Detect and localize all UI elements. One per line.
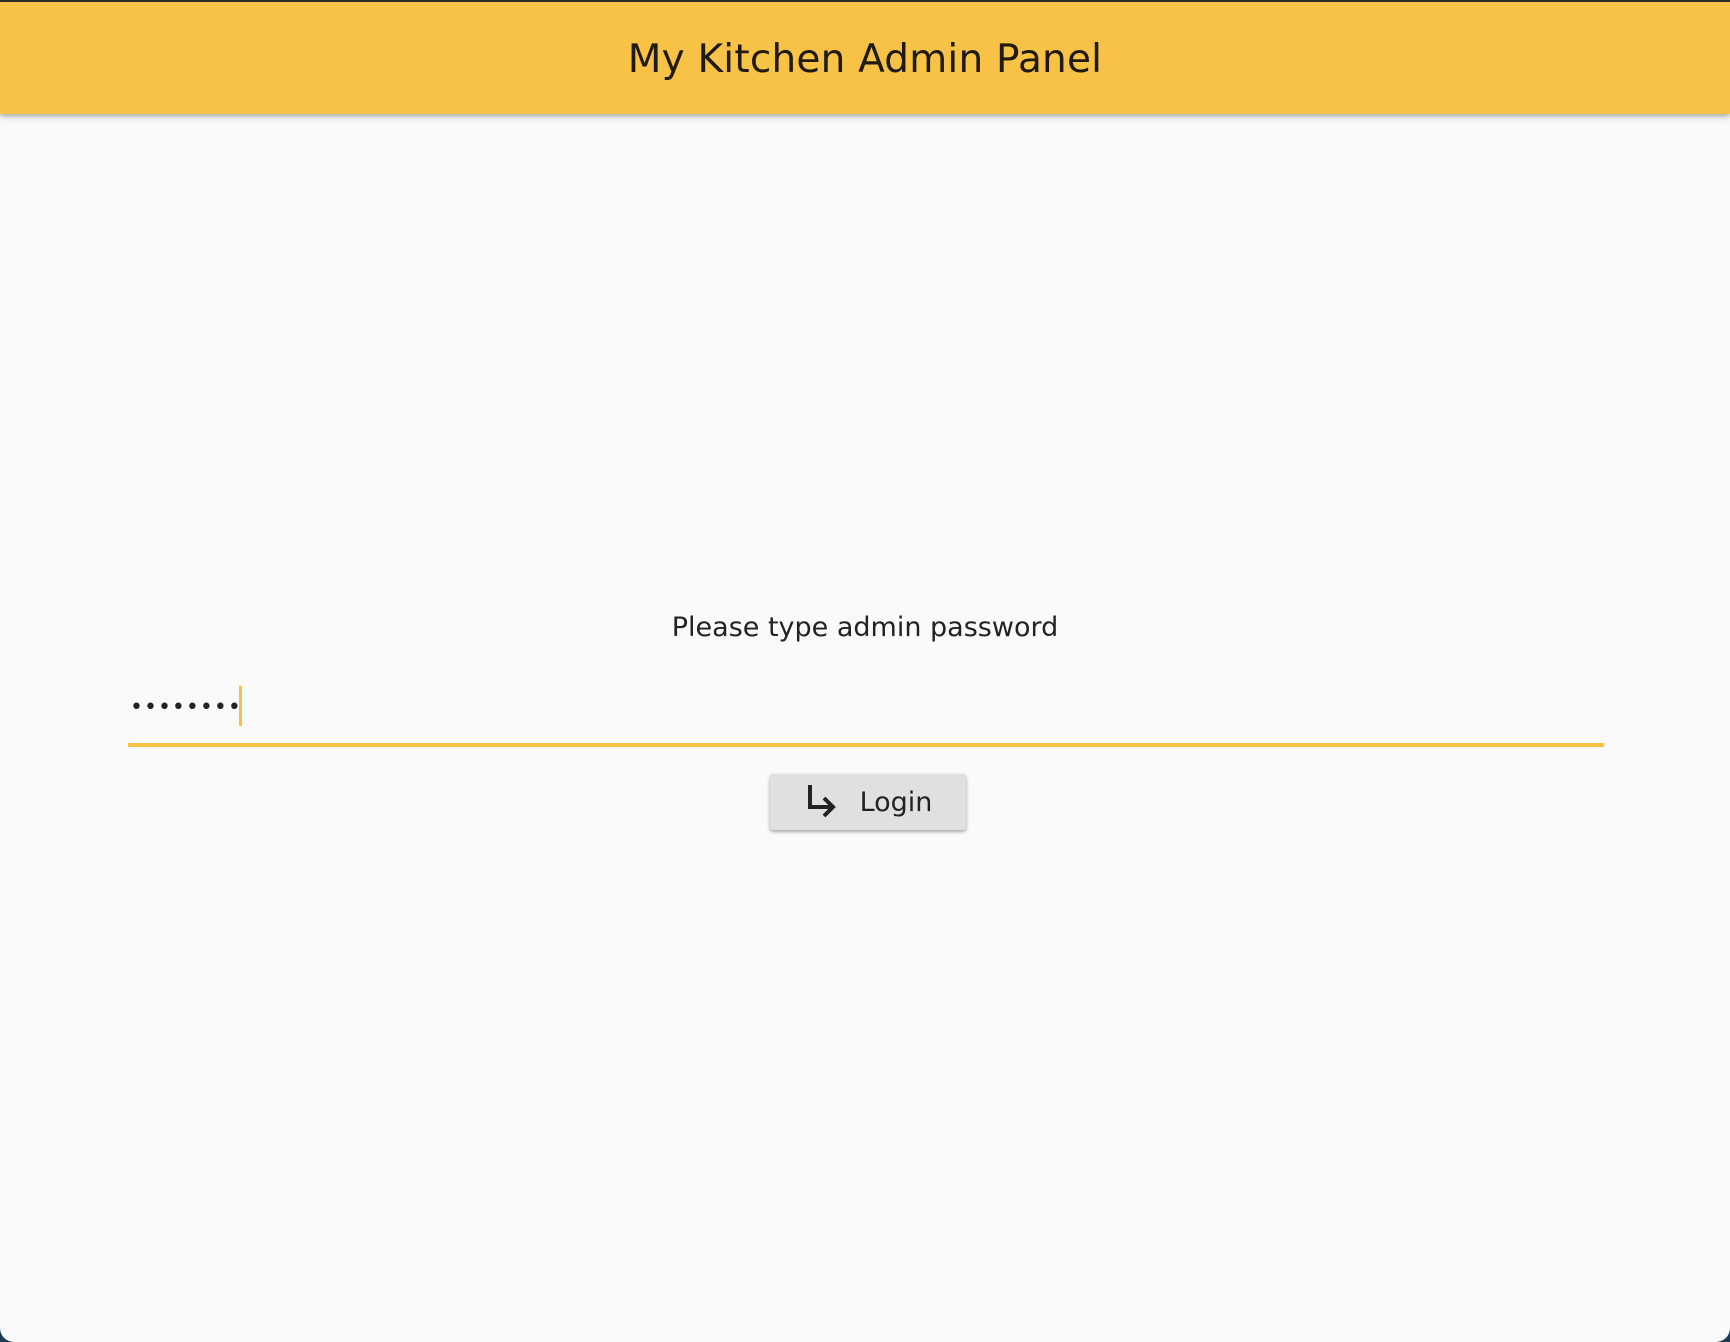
text-caret [239,686,242,726]
password-field-underline [128,743,1604,747]
subdirectory-arrow-right-icon [807,785,836,818]
login-button-label: Login [859,786,933,818]
password-masked-value: •••••••• [130,695,242,720]
app-bar: My Kitchen Admin Panel [0,0,1730,114]
app-window: My Kitchen Admin Panel Please type admin… [0,0,1730,1342]
app-title: My Kitchen Admin Panel [627,36,1103,82]
password-field[interactable]: •••••••• [128,676,1604,748]
login-button[interactable]: Login [770,774,966,830]
password-prompt: Please type admin password [671,612,1059,643]
